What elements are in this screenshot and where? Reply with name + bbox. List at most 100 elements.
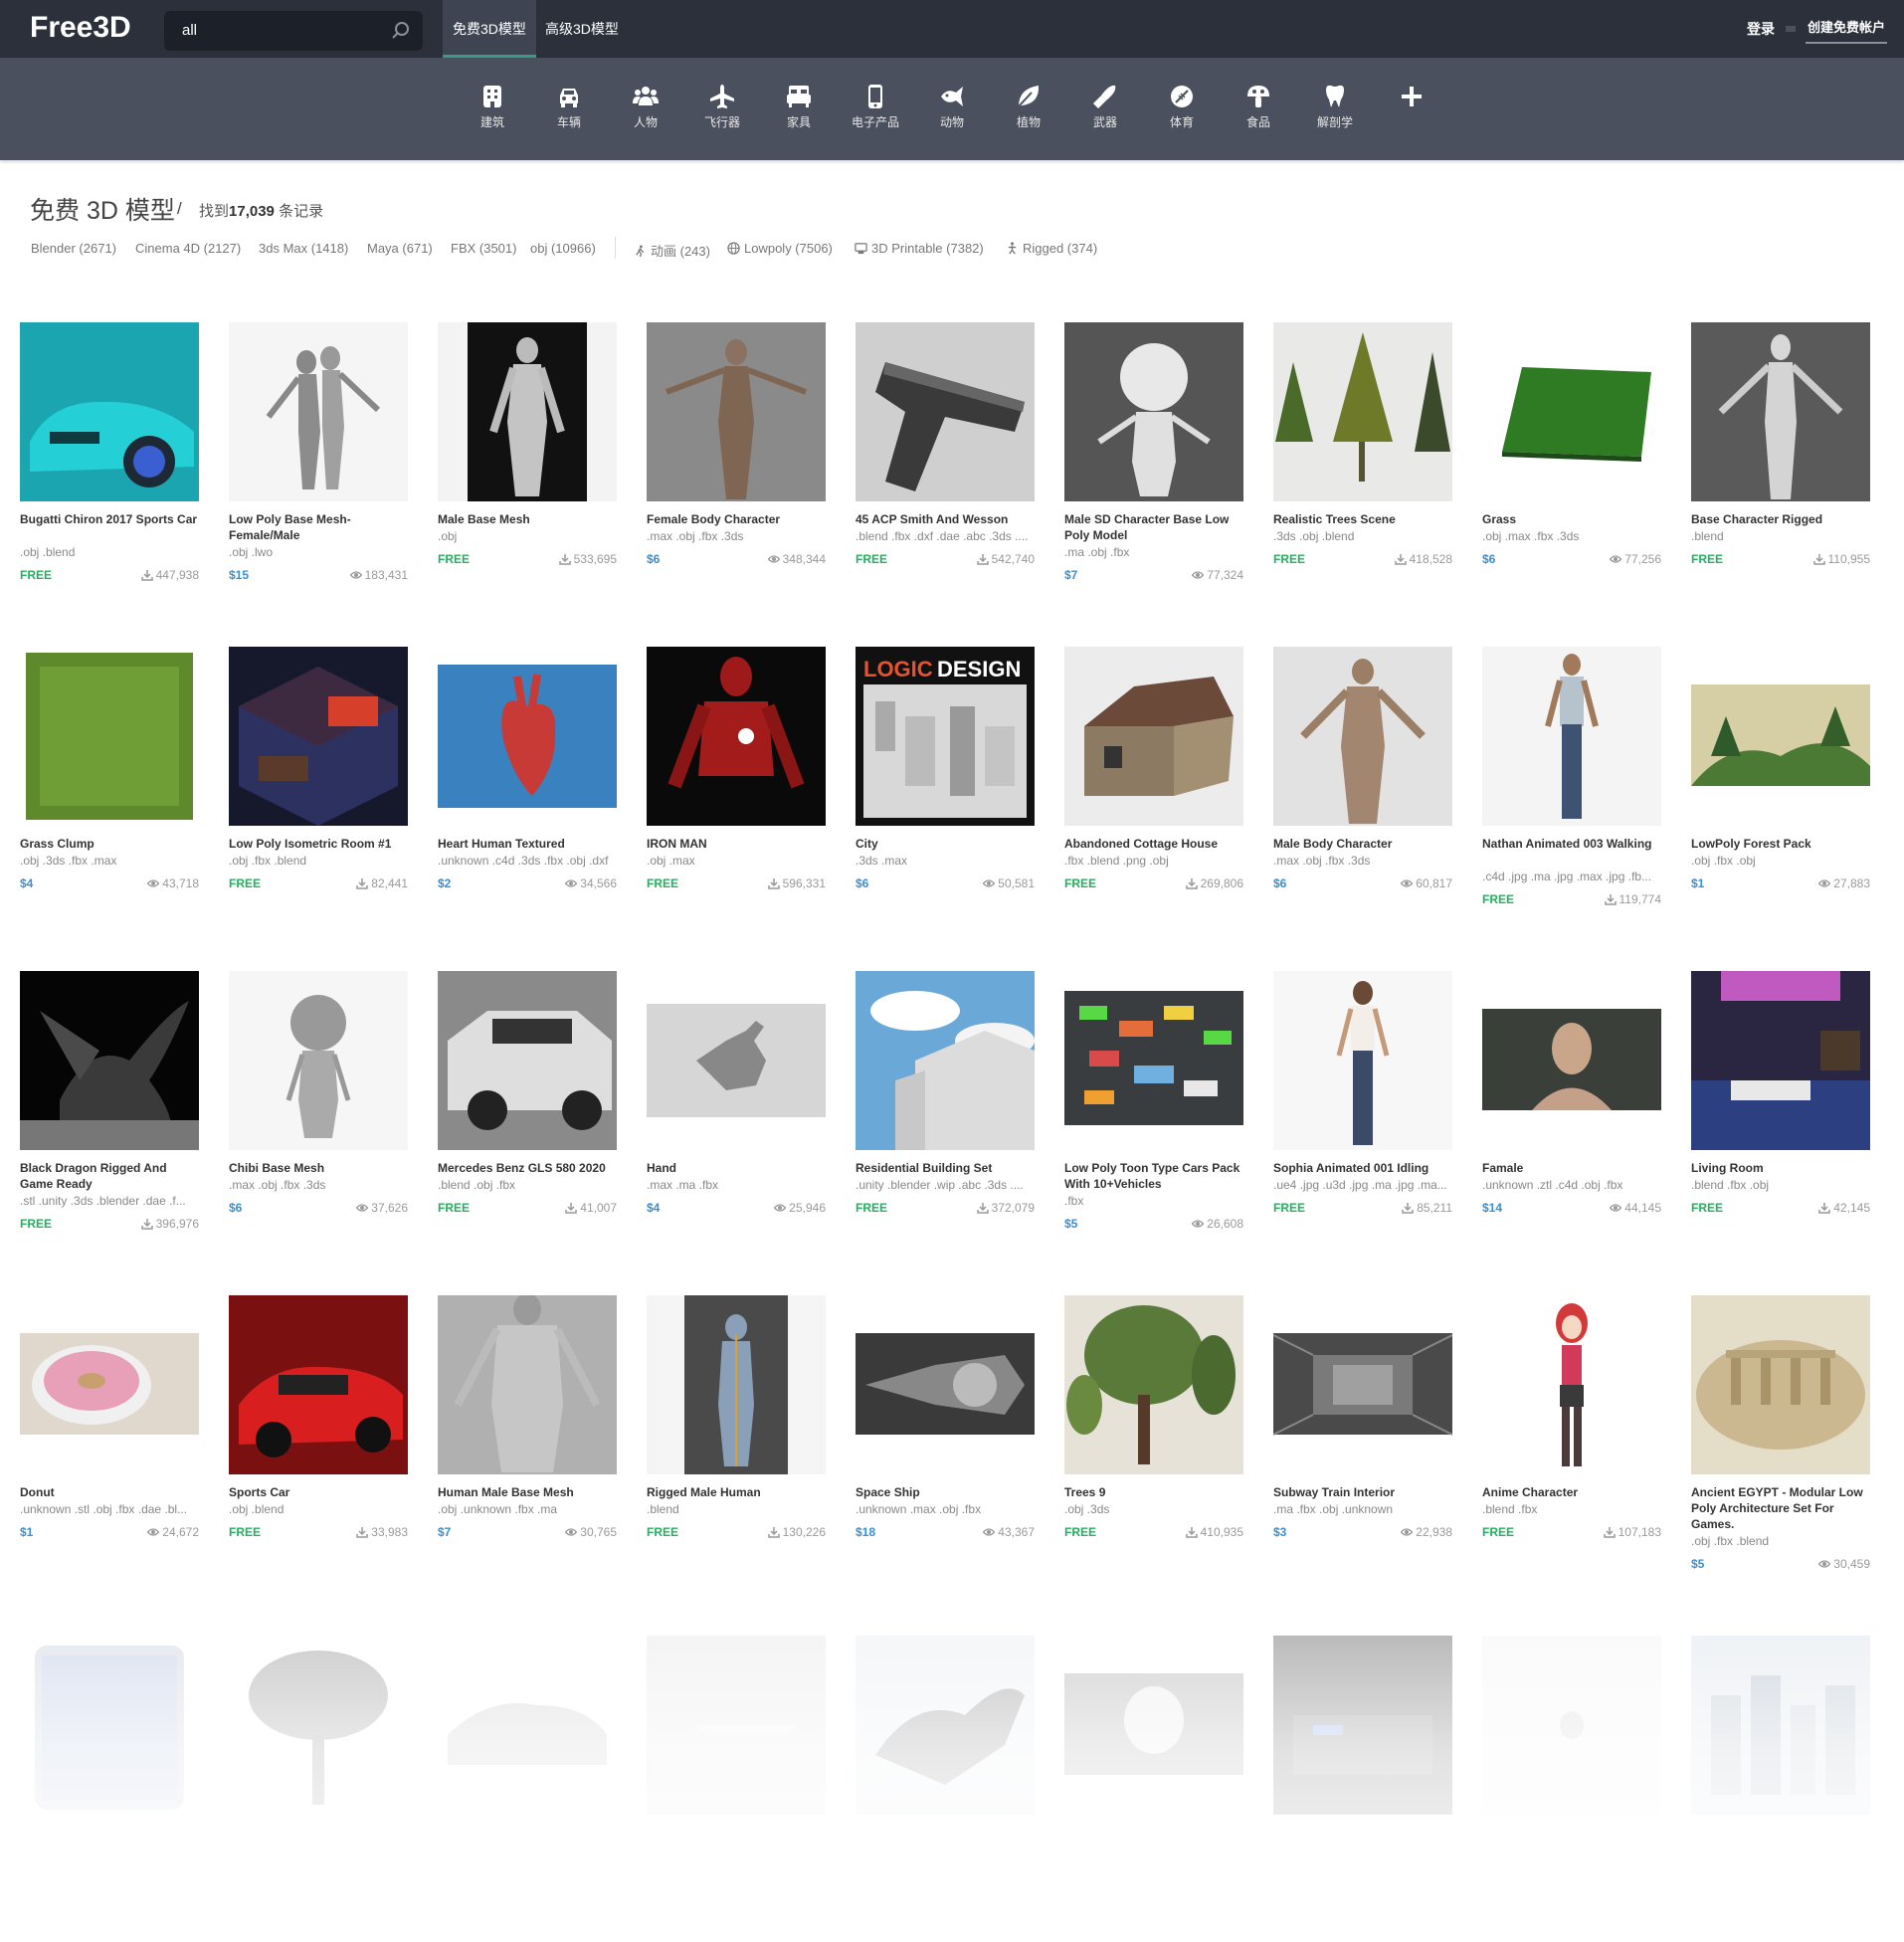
model-thumbnail[interactable] bbox=[20, 647, 199, 826]
model-title[interactable]: Human Male Base Mesh bbox=[438, 1484, 617, 1500]
model-title[interactable]: Nathan Animated 003 Walking bbox=[1482, 836, 1661, 852]
search-icon[interactable] bbox=[391, 21, 411, 41]
filter-3d-printable[interactable]: 3D Printable (7382) bbox=[855, 241, 984, 256]
filter-fbx[interactable]: FBX (3501) bbox=[451, 241, 516, 256]
category-aircraft[interactable]: 飞行器 bbox=[692, 84, 752, 130]
filter-rigged[interactable]: Rigged (374) bbox=[1006, 241, 1097, 256]
model-thumbnail[interactable] bbox=[1482, 322, 1661, 501]
model-thumbnail[interactable] bbox=[1273, 322, 1452, 501]
model-title[interactable]: Grass bbox=[1482, 511, 1661, 527]
category-sports[interactable]: 体育 bbox=[1152, 84, 1212, 130]
filter-lowpoly[interactable]: Lowpoly (7506) bbox=[727, 241, 833, 256]
model-thumbnail[interactable] bbox=[1064, 647, 1243, 826]
model-title[interactable]: Mercedes Benz GLS 580 2020 bbox=[438, 1160, 617, 1176]
category-furniture[interactable]: 家具 bbox=[769, 84, 829, 130]
model-title[interactable]: Rigged Male Human bbox=[647, 1484, 826, 1500]
tab-premium-models[interactable]: 高级3D模型 bbox=[535, 0, 629, 58]
model-thumbnail[interactable] bbox=[438, 322, 617, 501]
filter-maya[interactable]: Maya (671) bbox=[367, 241, 433, 256]
model-thumbnail[interactable] bbox=[647, 647, 826, 826]
model-thumbnail[interactable] bbox=[647, 322, 826, 501]
category-animals[interactable]: 动物 bbox=[922, 84, 982, 130]
model-title[interactable]: Male SD Character Base Low Poly Model bbox=[1064, 511, 1243, 543]
model-thumbnail[interactable] bbox=[438, 1295, 617, 1474]
site-logo[interactable]: Free3D bbox=[30, 11, 131, 45]
model-title[interactable]: Grass Clump bbox=[20, 836, 199, 852]
login-link[interactable]: 登录 bbox=[1747, 0, 1775, 58]
model-title[interactable]: Sports Car bbox=[229, 1484, 408, 1500]
model-title[interactable]: 45 ACP Smith And Wesson bbox=[856, 511, 1035, 527]
filter-obj[interactable]: obj (10966) bbox=[530, 241, 596, 256]
tab-free-models[interactable]: 免费3D模型 bbox=[443, 0, 536, 58]
model-title[interactable]: Trees 9 bbox=[1064, 1484, 1243, 1500]
filter-animated[interactable]: 动画 (243) bbox=[634, 241, 710, 260]
category-characters[interactable]: 人物 bbox=[616, 84, 675, 130]
model-title[interactable]: Donut bbox=[20, 1484, 199, 1500]
category-weapons[interactable]: 武器 bbox=[1075, 84, 1135, 130]
model-thumbnail[interactable] bbox=[229, 1295, 408, 1474]
model-title[interactable]: Hand bbox=[647, 1160, 826, 1176]
model-thumbnail[interactable] bbox=[1691, 322, 1870, 501]
model-thumbnail[interactable] bbox=[856, 971, 1035, 1150]
model-thumbnail[interactable] bbox=[856, 1295, 1035, 1474]
model-thumbnail[interactable] bbox=[229, 647, 408, 826]
model-title[interactable]: Bugatti Chiron 2017 Sports Car bbox=[20, 511, 199, 527]
model-title[interactable]: Heart Human Textured bbox=[438, 836, 617, 852]
model-thumbnail[interactable]: LOGIC DESIGN bbox=[856, 647, 1035, 826]
model-thumbnail[interactable] bbox=[438, 971, 617, 1150]
model-thumbnail[interactable] bbox=[1273, 971, 1452, 1150]
category-food[interactable]: 食品 bbox=[1229, 84, 1288, 130]
search-input[interactable]: all bbox=[182, 22, 197, 39]
model-title[interactable]: Anime Character bbox=[1482, 1484, 1661, 1500]
model-title[interactable]: Base Character Rigged bbox=[1691, 511, 1870, 527]
filter-3dsmax[interactable]: 3ds Max (1418) bbox=[259, 241, 348, 256]
model-thumbnail[interactable] bbox=[1482, 647, 1661, 826]
model-thumbnail[interactable] bbox=[647, 1295, 826, 1474]
model-thumbnail[interactable] bbox=[1482, 971, 1661, 1150]
model-title[interactable]: Residential Building Set bbox=[856, 1160, 1035, 1176]
model-title[interactable]: Famale bbox=[1482, 1160, 1661, 1176]
model-title[interactable]: Male Base Mesh bbox=[438, 511, 617, 527]
model-thumbnail[interactable] bbox=[438, 647, 617, 826]
model-thumbnail[interactable] bbox=[229, 971, 408, 1150]
model-title[interactable]: LowPoly Forest Pack bbox=[1691, 836, 1870, 852]
model-thumbnail[interactable] bbox=[1273, 647, 1452, 826]
model-title[interactable]: Sophia Animated 001 Idling bbox=[1273, 1160, 1452, 1176]
category-architecture[interactable]: 建筑 bbox=[463, 84, 522, 130]
model-thumbnail[interactable] bbox=[1064, 1295, 1243, 1474]
model-thumbnail[interactable] bbox=[1691, 647, 1870, 826]
model-thumbnail[interactable] bbox=[1691, 1295, 1870, 1474]
model-title[interactable]: Ancient EGYPT - Modular Low Poly Archite… bbox=[1691, 1484, 1870, 1532]
create-account-button[interactable]: 创建免费帐户 bbox=[1806, 14, 1888, 44]
model-title[interactable]: Space Ship bbox=[856, 1484, 1035, 1500]
model-thumbnail[interactable] bbox=[1064, 322, 1243, 501]
model-thumbnail[interactable] bbox=[1482, 1295, 1661, 1474]
category-more[interactable] bbox=[1382, 84, 1441, 113]
model-thumbnail[interactable] bbox=[647, 971, 826, 1150]
model-title[interactable]: Living Room bbox=[1691, 1160, 1870, 1176]
category-vehicles[interactable]: 车辆 bbox=[539, 84, 599, 130]
model-thumbnail[interactable] bbox=[20, 322, 199, 501]
model-title[interactable]: Female Body Character bbox=[647, 511, 826, 527]
category-plants[interactable]: 植物 bbox=[999, 84, 1058, 130]
model-title[interactable]: Subway Train Interior bbox=[1273, 1484, 1452, 1500]
model-thumbnail[interactable] bbox=[20, 971, 199, 1150]
model-thumbnail[interactable] bbox=[856, 322, 1035, 501]
model-title[interactable]: Low Poly Toon Type Cars Pack With 10+Veh… bbox=[1064, 1160, 1243, 1192]
model-title[interactable]: Chibi Base Mesh bbox=[229, 1160, 408, 1176]
model-title[interactable]: City bbox=[856, 836, 1035, 852]
model-thumbnail[interactable] bbox=[1691, 971, 1870, 1150]
filter-cinema4d[interactable]: Cinema 4D (2127) bbox=[135, 241, 241, 256]
model-title[interactable]: Male Body Character bbox=[1273, 836, 1452, 852]
category-anatomy[interactable]: 解剖学 bbox=[1305, 84, 1365, 130]
filter-blender[interactable]: Blender (2671) bbox=[31, 241, 116, 256]
model-title[interactable]: IRON MAN bbox=[647, 836, 826, 852]
model-title[interactable]: Black Dragon Rigged And Game Ready bbox=[20, 1160, 199, 1192]
model-title[interactable]: Low Poly Base Mesh- Female/Male bbox=[229, 511, 408, 543]
model-thumbnail[interactable] bbox=[1273, 1295, 1452, 1474]
model-title[interactable]: Abandoned Cottage House bbox=[1064, 836, 1243, 852]
search-box[interactable]: all bbox=[164, 11, 423, 51]
category-electronics[interactable]: 电子产品 bbox=[846, 84, 905, 130]
model-title[interactable]: Realistic Trees Scene bbox=[1273, 511, 1452, 527]
model-thumbnail[interactable] bbox=[1064, 971, 1243, 1150]
